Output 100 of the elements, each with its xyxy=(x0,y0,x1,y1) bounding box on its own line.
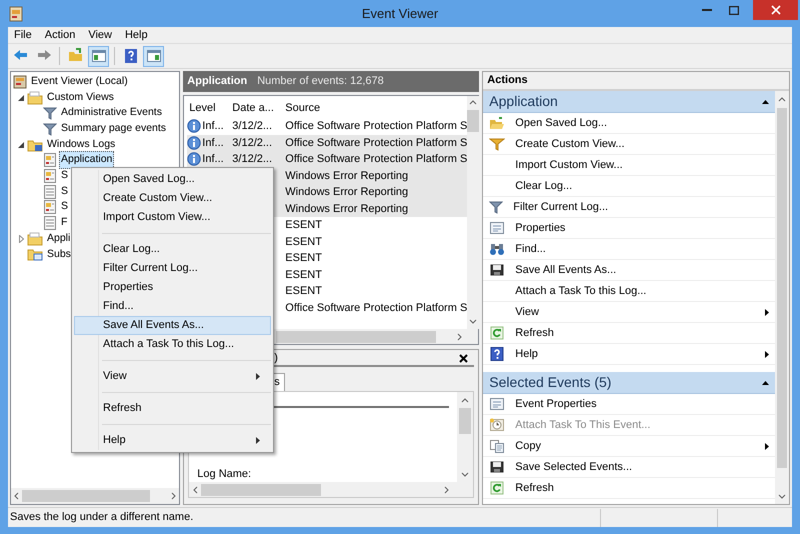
close-button[interactable] xyxy=(753,0,798,20)
date-text: 3/12/2... xyxy=(232,120,272,132)
event-count: Number of events: 12,678 xyxy=(257,74,384,90)
collapse-icon[interactable] xyxy=(762,380,769,384)
menu-item[interactable]: Help xyxy=(120,26,153,44)
menu-item[interactable]: Action xyxy=(40,26,80,44)
task-entry[interactable]: Refresh xyxy=(483,323,775,344)
tree-item[interactable]: Subs xyxy=(45,246,73,264)
column-header[interactable]: Level xyxy=(187,100,230,117)
binoculars-icon xyxy=(489,242,506,256)
open-folder-icon xyxy=(489,116,506,130)
level-text: Inf... xyxy=(202,119,224,134)
help-icon xyxy=(489,347,506,361)
source-text: ESENT xyxy=(285,219,322,231)
task-entry[interactable]: Help xyxy=(483,344,775,365)
expanded-icon[interactable] xyxy=(18,94,24,101)
task-entry[interactable]: Refresh xyxy=(483,478,775,499)
task-entry[interactable]: Properties xyxy=(483,218,775,239)
section-header[interactable]: Selected Events (5) xyxy=(483,372,775,394)
menu-item[interactable]: Attach a Task To this Log... xyxy=(74,335,271,354)
scroll-up-icon xyxy=(461,398,470,403)
toolbar-button[interactable] xyxy=(143,46,164,66)
menu-item[interactable]: Save All Events As... xyxy=(74,316,271,335)
task-entry[interactable]: Filter Current Log... xyxy=(483,197,775,218)
table-row[interactable]: Inf... 3/12/2... Office Software Protection Platform S xyxy=(187,118,468,134)
task-entry[interactable]: Save Selected Events... xyxy=(483,457,775,478)
refresh-icon xyxy=(489,326,506,340)
tree-item[interactable]: Windows Logs xyxy=(45,136,118,154)
task-entry[interactable]: Save All Events As... xyxy=(483,260,775,281)
column-header[interactable]: Source xyxy=(283,100,468,117)
task-entry[interactable]: Event Properties xyxy=(483,394,775,415)
log-icon xyxy=(43,184,57,199)
task-entry[interactable]: Import Custom View... xyxy=(483,155,775,176)
log-title: Application xyxy=(187,74,248,90)
tree-item[interactable]: S xyxy=(59,198,70,216)
tree-item[interactable]: Administrative Events xyxy=(59,104,164,122)
task-entry[interactable]: Attach a Task To this Log... xyxy=(483,281,775,302)
window-title: Event Viewer xyxy=(362,5,438,23)
funnel-icon xyxy=(489,200,504,214)
menu-item[interactable]: Help xyxy=(74,431,271,450)
task-entry[interactable]: Copy xyxy=(483,436,775,457)
source-text: Windows Error Reporting xyxy=(285,202,408,214)
scrollbar-thumb[interactable] xyxy=(22,490,150,502)
source-text: Windows Error Reporting xyxy=(285,170,408,182)
column-header[interactable]: Date a... xyxy=(230,100,284,117)
info-icon xyxy=(187,136,202,150)
task-entry[interactable]: View xyxy=(483,302,775,323)
scrollbar-thumb[interactable] xyxy=(777,108,787,468)
vertical-scrollbar[interactable] xyxy=(775,91,789,504)
scrollbar-thumb[interactable] xyxy=(201,484,322,496)
collapse-icon[interactable] xyxy=(762,100,769,104)
menu-item[interactable]: Filter Current Log... xyxy=(74,259,271,278)
vertical-scrollbar[interactable] xyxy=(457,392,474,482)
show-actions-icon xyxy=(144,47,162,65)
scroll-down-icon xyxy=(461,472,470,477)
task-entry[interactable]: Create Custom View... xyxy=(483,134,775,155)
app-icon xyxy=(9,6,23,22)
expanded-icon[interactable] xyxy=(18,142,24,148)
tree-item[interactable]: Event Viewer (Local) xyxy=(29,72,130,91)
vertical-scrollbar[interactable] xyxy=(467,96,480,329)
task-entry[interactable]: Clear Log... xyxy=(483,176,775,197)
folder-icon xyxy=(27,247,43,262)
horizontal-scrollbar[interactable] xyxy=(11,488,180,504)
menu-item[interactable]: View xyxy=(74,367,271,386)
source-text: Office Software Protection Platform S xyxy=(285,302,468,314)
collapsed-icon[interactable] xyxy=(18,234,24,243)
table-row[interactable]: Inf... 3/12/2... Office Software Protection Platform S xyxy=(187,134,468,151)
scroll-down-icon xyxy=(469,319,478,324)
menu-item[interactable]: Properties xyxy=(74,278,271,297)
scrollbar-thumb[interactable] xyxy=(467,110,480,132)
tree-item[interactable]: S xyxy=(59,182,70,201)
log-icon xyxy=(43,200,57,214)
actions-header: Actions xyxy=(483,72,789,91)
info-icon xyxy=(187,152,202,166)
task-entry[interactable]: Find... xyxy=(483,239,775,260)
scrollbar-thumb[interactable] xyxy=(459,408,472,434)
menu-item[interactable]: Find... xyxy=(74,297,271,316)
horizontal-scrollbar[interactable] xyxy=(189,482,474,497)
tree-item[interactable]: Custom Views xyxy=(45,88,116,106)
scroll-left-icon xyxy=(14,492,19,500)
tree-item[interactable]: F xyxy=(59,214,70,232)
task-entry[interactable]: Open Saved Log... xyxy=(483,113,775,134)
properties-icon xyxy=(489,397,506,411)
table-row[interactable]: Inf... 3/12/2... Office Software Protection Platform S xyxy=(187,151,468,168)
log-viewer-icon xyxy=(13,74,27,89)
log-icon xyxy=(43,216,57,230)
tree-item[interactable]: Application xyxy=(59,151,114,170)
tree-item[interactable]: Appli xyxy=(45,230,72,248)
tree-item[interactable]: Summary page events xyxy=(59,120,168,138)
menu-item[interactable]: Clear Log... xyxy=(74,240,271,259)
menu-item[interactable]: Refresh xyxy=(74,399,271,418)
section-header[interactable]: Application xyxy=(483,91,775,113)
close-icon[interactable] xyxy=(459,354,468,362)
folder-icon xyxy=(27,90,43,105)
menu-item[interactable]: File xyxy=(9,26,37,44)
toolbar-button[interactable] xyxy=(88,46,109,66)
scroll-left-icon xyxy=(193,486,198,494)
menu-item[interactable]: View xyxy=(83,26,117,44)
tree-item[interactable]: S xyxy=(59,167,70,185)
scrollbar-thumb[interactable] xyxy=(276,330,436,342)
